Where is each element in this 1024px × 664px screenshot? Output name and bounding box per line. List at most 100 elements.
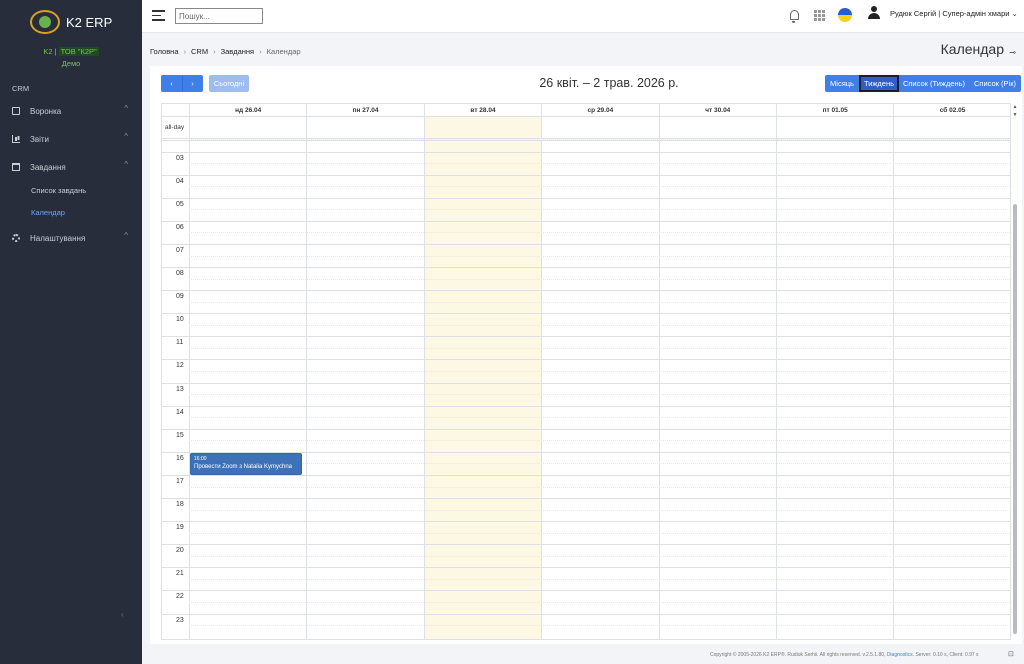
document-icon [12,107,20,115]
half-hour-line [189,440,1010,442]
page-title: Календар [940,41,1004,57]
scroll-down-icon[interactable]: ▼ [1012,112,1018,118]
breadcrumb-tasks[interactable]: Завдання [221,47,255,56]
sidebar-item-label: Налаштування [30,233,86,243]
menu-icon[interactable] [152,10,165,21]
hour-label: 14 [176,408,184,416]
gear-icon [12,234,20,242]
scroll-up-icon[interactable]: ▲ [1012,104,1018,110]
hour-label: 10 [176,316,184,324]
sidebar-item-settings[interactable]: Налаштування ^ [12,231,132,245]
section-label-crm: CRM [12,84,30,93]
bell-icon[interactable] [790,10,799,23]
diagnostics-link[interactable]: Diagnostics [887,652,913,658]
chevron-up-icon: ^ [124,160,128,169]
company-code: K2 [43,47,53,56]
logo[interactable]: K2 ERP [30,10,112,34]
half-hour-line [189,602,1010,603]
company-name[interactable]: ТОВ "К2Р" [58,47,99,56]
hour-label: 07 [176,246,184,254]
breadcrumb-home[interactable]: Головна [150,47,179,56]
company-info: K2 | ТОВ "К2Р" [0,47,142,56]
event-time: 16:00 [194,455,207,462]
hour-label: 13 [176,385,184,393]
calendar-toolbar: ‹ › Сьогодні 26 квіт. – 2 трав. 2026 р. … [161,75,1021,93]
half-hour-line [189,232,1010,234]
chevron-up-icon: ^ [124,104,128,113]
day-header[interactable]: вт 28.04 [423,104,541,117]
hour-label: 12 [176,362,184,370]
prev-button[interactable]: ‹ [161,75,182,92]
today-button[interactable]: Сьогодні [209,75,249,92]
half-hour-line [189,394,1010,396]
day-header[interactable]: чт 30.04 [658,104,776,117]
hour-label: 09 [176,293,184,301]
half-hour-line [189,209,1010,211]
day-header-row: нд 26.04 пн 27.04 вт 28.04 ср 29.04 чт 30.04… [162,104,1010,117]
breadcrumb-crm[interactable]: CRM [191,47,208,56]
view-list-week-button[interactable]: Список (Тиждень) [899,75,969,92]
all-day-row[interactable]: all-day [162,117,1010,141]
day-header[interactable]: сб 02.05 [893,104,1010,117]
chevron-up-icon: ^ [124,132,128,141]
next-button[interactable]: › [182,75,203,92]
mode-label: Демо [61,59,81,68]
search-input[interactable] [175,8,263,24]
day-header[interactable]: пн 27.04 [306,104,423,117]
half-hour-line [189,255,1010,257]
half-hour-line [189,163,1010,165]
view-month-button[interactable]: Місяць [825,75,859,92]
sidebar-item-funnel[interactable]: Воронка ^ [12,104,132,118]
user-menu[interactable]: Рудюк Сергій | Супер-адмін хмари ⌄ [890,9,1018,18]
half-hour-line [189,555,1010,557]
view-week-button[interactable]: Тиждень [859,75,899,92]
apps-grid-icon[interactable] [814,10,825,21]
calendar-title: 26 квіт. – 2 трав. 2026 р. [539,76,679,90]
view-list-year-button[interactable]: Список (Рік) [969,75,1021,92]
event-title: Провести Zoom з Natalia Kymychna [194,463,292,470]
sidebar-item-reports[interactable]: Звіти ^ [12,132,132,146]
week-grid[interactable]: нд 26.04 пн 27.04 вт 28.04 ср 29.04 чт 30.04… [161,103,1011,640]
half-hour-line [189,139,1010,141]
user-name: Рудюк Сергій | Супер-адмін хмари [890,9,1010,18]
hour-label: 15 [176,431,184,439]
half-hour-line [189,278,1010,280]
hour-label: 03 [176,154,184,162]
collapse-sidebar-icon[interactable]: ‹ [121,610,124,619]
scrollbar[interactable]: ▲ ▼ [1012,104,1018,641]
sidebar-item-tasks[interactable]: Завдання ^ [12,160,132,174]
all-day-label: all-day [165,124,185,131]
half-hour-line [189,347,1010,349]
footer: Copyright © 2005-2026 K2 ERP®. Rudiuk Se… [710,652,979,658]
scroll-thumb[interactable] [1013,204,1017,634]
hour-label: 20 [176,547,184,555]
app-name: K2 ERP [66,14,113,30]
chevron-up-icon: ^ [124,231,128,240]
breadcrumb-current: Календар [266,47,301,56]
half-hour-line [189,486,1010,488]
hour-label: 22 [176,593,184,601]
sidebar-item-label: Завдання [30,162,66,172]
day-header[interactable]: ср 29.04 [541,104,658,117]
hour-label: 21 [176,570,184,578]
breadcrumb-separator: › [213,47,216,56]
calendar-icon [12,163,20,171]
sidebar-subitem-task-list[interactable]: Список завдань [31,186,86,195]
sidebar-item-label: Звіти [30,134,49,144]
day-header[interactable]: нд 26.04 [189,104,306,117]
user-icon[interactable] [868,6,880,20]
sidebar-subitem-calendar[interactable]: Календар [31,208,65,217]
day-header[interactable]: пт 01.05 [776,104,893,117]
k2-logo-icon [30,10,60,34]
hour-label: 06 [176,223,184,231]
company-separator: | [54,47,57,56]
info-icon[interactable]: ⊡ [1008,650,1014,658]
calendar-event[interactable]: 16:00 Провести Zoom з Natalia Kymychna [190,452,302,475]
half-hour-line [189,578,1010,580]
half-hour-line [189,625,1010,627]
hour-label: 08 [176,270,184,278]
half-hour-line [189,532,1010,534]
hour-label: 17 [176,477,184,485]
pin-icon[interactable]: ⊸ [1009,48,1016,57]
ukraine-flag-icon[interactable] [838,8,852,22]
